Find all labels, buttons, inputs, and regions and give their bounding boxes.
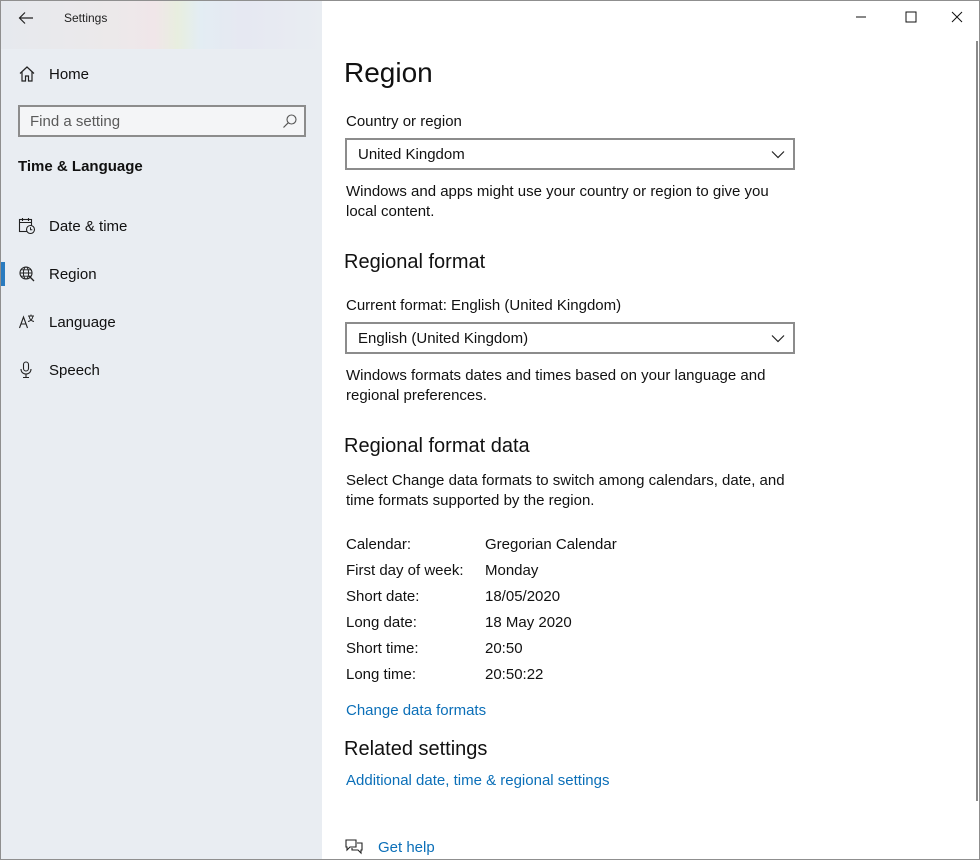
search-box [18, 105, 306, 137]
globe-icon [19, 266, 35, 282]
first-day-key: First day of week: [346, 562, 464, 579]
minimize-button[interactable] [838, 1, 884, 33]
long-time-value: 20:50:22 [485, 666, 544, 683]
minimize-icon [856, 16, 866, 18]
change-data-formats-link[interactable]: Change data formats [346, 702, 486, 719]
additional-settings-link[interactable]: Additional date, time & regional setting… [346, 772, 610, 789]
long-date-value: 18 May 2020 [485, 614, 572, 631]
sidebar-item-date-time[interactable]: Date & time [1, 206, 322, 246]
settings-window: Settings Home Time & Language Date & t [0, 0, 980, 860]
close-button[interactable] [934, 1, 979, 33]
scrollbar[interactable] [976, 41, 978, 801]
calendar-key: Calendar: [346, 536, 412, 553]
language-icon [18, 314, 35, 329]
nav-home[interactable]: Home [1, 57, 322, 91]
country-description-line-2: local content. [346, 203, 435, 220]
regional-format-heading: Regional format [344, 251, 486, 273]
sidebar: Settings Home Time & Language Date & t [1, 1, 322, 859]
close-icon [951, 11, 963, 23]
sidebar-section-heading: Time & Language [18, 158, 143, 175]
short-date-key: Short date: [346, 588, 420, 605]
sidebar-item-language[interactable]: Language [1, 302, 322, 342]
current-format-label: Current format: English (United Kingdom) [346, 297, 622, 314]
calendar-value: Gregorian Calendar [485, 536, 617, 553]
back-button[interactable] [13, 7, 39, 29]
format-data-description: Select Change data formats to switch amo… [346, 471, 796, 511]
long-time-key: Long time: [346, 666, 417, 683]
first-day-value: Monday [485, 562, 539, 579]
calendar-clock-icon [18, 218, 36, 235]
short-date-value: 18/05/2020 [485, 588, 561, 605]
chevron-down-icon [771, 335, 785, 343]
sidebar-item-speech[interactable]: Speech [1, 350, 322, 390]
chat-help-icon [345, 839, 363, 855]
sidebar-item-region[interactable]: Region [1, 254, 322, 294]
microphone-icon [20, 361, 32, 379]
short-time-value: 20:50 [485, 640, 523, 657]
chevron-down-icon [771, 151, 785, 159]
maximize-icon [905, 11, 917, 23]
sidebar-item-label: Date & time [49, 218, 128, 235]
regional-format-description-line-1: Windows formats dates and times based on… [346, 367, 766, 384]
page-title: Region [344, 57, 433, 88]
selection-indicator [1, 262, 5, 286]
sidebar-item-label: Speech [49, 362, 100, 379]
home-icon [19, 66, 35, 82]
titlebar-left: Settings [1, 1, 322, 35]
search-icon[interactable] [282, 113, 298, 129]
country-label: Country or region [346, 113, 462, 130]
related-settings-heading: Related settings [344, 738, 488, 760]
long-date-key: Long date: [346, 614, 417, 631]
search-input[interactable] [20, 107, 270, 135]
regional-format-description: Windows formats dates and times based on… [346, 366, 796, 406]
sidebar-item-label: Language [49, 314, 116, 331]
format-data-description-line-2: time formats supported by the region. [346, 492, 595, 509]
country-dropdown[interactable]: United Kingdom [345, 138, 795, 170]
home-label: Home [49, 66, 90, 83]
country-description-line-1: Windows and apps might use your country … [346, 183, 769, 200]
sidebar-item-label: Region [49, 266, 97, 283]
format-data-heading: Regional format data [344, 435, 530, 457]
get-help-label: Get help [378, 839, 435, 856]
main-content: Region Country or region United Kingdom … [322, 1, 979, 859]
maximize-button[interactable] [888, 1, 934, 33]
back-arrow-icon [18, 12, 33, 24]
short-time-key: Short time: [346, 640, 419, 657]
country-selected-value: United Kingdom [358, 146, 465, 163]
country-description: Windows and apps might use your country … [346, 182, 796, 222]
regional-format-dropdown[interactable]: English (United Kingdom) [345, 322, 795, 354]
regional-format-selected-value: English (United Kingdom) [358, 330, 529, 347]
regional-format-description-line-2: regional preferences. [346, 387, 487, 404]
app-title: Settings [64, 11, 108, 25]
format-data-description-line-1: Select Change data formats to switch amo… [346, 472, 785, 489]
